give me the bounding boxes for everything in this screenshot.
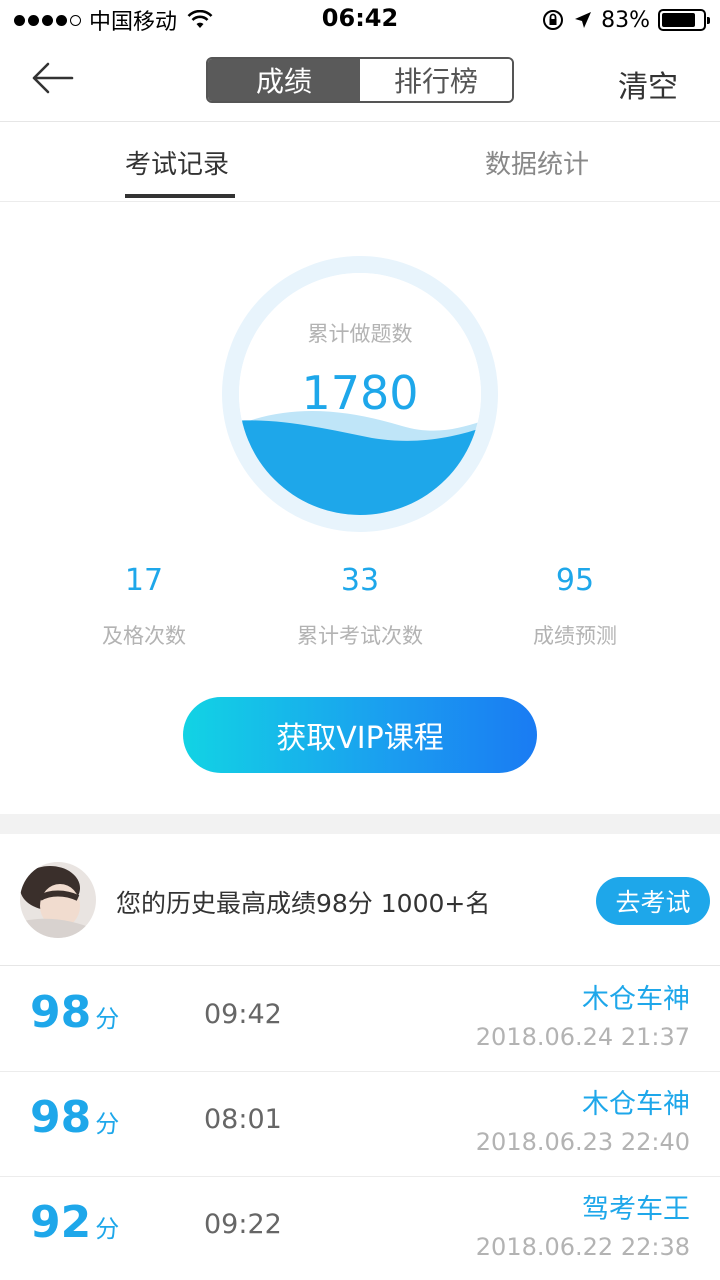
tab-exam-records[interactable]: 考试记录 — [125, 144, 229, 181]
stat-value: 33 — [340, 563, 380, 598]
circle-value: 1780 — [301, 366, 419, 420]
exam-record-row[interactable]: 98 分 08:01 木仓车神 2018.06.23 22:40 — [0, 1072, 720, 1177]
stat-label: 及格次数 — [102, 624, 186, 648]
stat-value: 17 — [124, 563, 164, 598]
exam-record-row[interactable]: 98 分 09:42 木仓车神 2018.06.24 21:37 — [0, 967, 720, 1072]
record-user-name: 驾考车王 — [582, 1194, 690, 1225]
status-bar: 中国移动 06:42 83% — [0, 0, 720, 40]
tab-indicator — [125, 194, 235, 198]
record-date: 2018.06.24 21:37 — [475, 1023, 690, 1051]
exam-scores-screen: 中国移动 06:42 83% 成绩 排行榜 清空 考试记录 数据统计 累计做题数… — [0, 0, 720, 1280]
segment-ranking[interactable]: 排行榜 — [360, 59, 512, 101]
record-date: 2018.06.23 22:40 — [475, 1128, 690, 1156]
battery-icon — [658, 9, 710, 31]
stat-exam-count: 33 累计考试次数 — [260, 563, 460, 650]
exam-record-row[interactable]: 92 分 09:22 驾考车王 2018.06.22 22:38 — [0, 1177, 720, 1280]
record-score-unit: 分 — [95, 1110, 120, 1138]
record-duration: 09:22 — [204, 1209, 282, 1240]
avatar — [20, 862, 96, 938]
stat-value: 95 — [555, 563, 595, 598]
circle-label: 累计做题数 — [307, 322, 413, 346]
stat-score-prediction: 95 成绩预测 — [475, 563, 675, 650]
record-score: 92 — [30, 1197, 92, 1248]
get-vip-course-button[interactable]: 获取VIP课程 — [183, 697, 537, 773]
record-score-unit: 分 — [95, 1215, 120, 1243]
segmented-control: 成绩 排行榜 — [206, 57, 514, 103]
best-score-text: 您的历史最高成绩98分 1000+名 — [116, 889, 491, 918]
rotation-lock-icon — [543, 10, 564, 30]
location-arrow-icon — [575, 12, 592, 28]
section-divider — [0, 814, 720, 834]
record-duration: 08:01 — [204, 1104, 282, 1135]
record-user-name: 木仓车神 — [582, 984, 690, 1015]
stat-pass-count: 17 及格次数 — [44, 563, 244, 650]
clear-button[interactable]: 清空 — [618, 62, 678, 106]
record-score: 98 — [30, 987, 92, 1038]
go-exam-button[interactable]: 去考试 — [596, 877, 710, 925]
back-arrow-icon[interactable] — [28, 58, 76, 98]
tab-bar: 考试记录 数据统计 — [0, 122, 720, 202]
stat-label: 成绩预测 — [533, 624, 617, 648]
stat-label: 累计考试次数 — [297, 624, 423, 648]
record-date: 2018.06.22 22:38 — [475, 1233, 690, 1261]
tab-data-statistics[interactable]: 数据统计 — [485, 144, 589, 181]
question-count-circle: 累计做题数 1780 — [222, 256, 498, 532]
best-score-row: 您的历史最高成绩98分 1000+名 去考试 — [0, 834, 720, 966]
battery-percent: 83% — [601, 7, 650, 33]
record-duration: 09:42 — [204, 999, 282, 1030]
record-user-name: 木仓车神 — [582, 1089, 690, 1120]
segment-scores[interactable]: 成绩 — [208, 59, 360, 101]
nav-bar: 成绩 排行榜 清空 — [0, 40, 720, 122]
record-score: 98 — [30, 1092, 92, 1143]
record-score-unit: 分 — [95, 1005, 120, 1033]
